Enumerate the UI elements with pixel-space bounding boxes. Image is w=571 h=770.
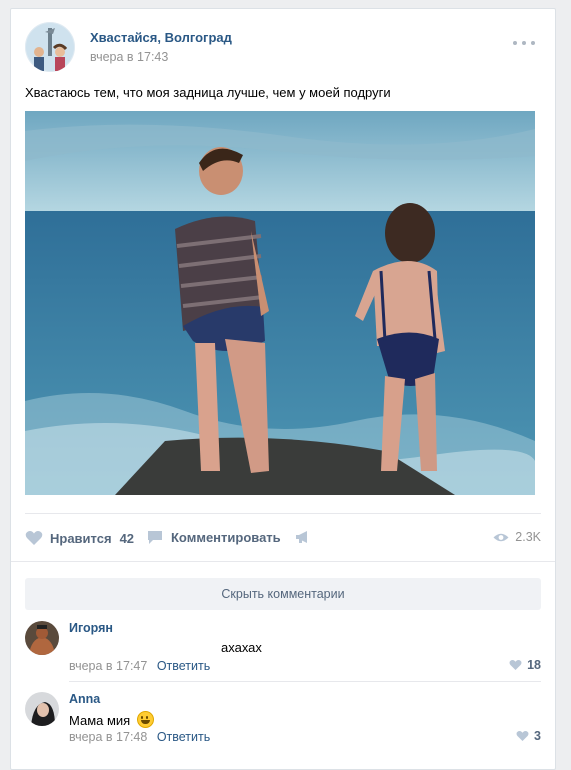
share-megaphone-icon [296, 531, 307, 543]
post-header: Хвастайся, Волгоград вчера в 17:43 [25, 22, 541, 72]
heart-icon [509, 659, 522, 671]
comments-divider [11, 561, 555, 562]
comment-like-button[interactable]: 18 [509, 658, 541, 672]
post-photo[interactable] [25, 111, 535, 495]
comment-meta: вчера в 17:47 Ответить [69, 659, 210, 673]
dot [531, 41, 535, 45]
comment-time[interactable]: вчера в 17:48 [69, 730, 147, 744]
comment-avatar-image [25, 621, 59, 655]
comment-like-count: 3 [534, 729, 541, 743]
reply-link[interactable]: Ответить [157, 730, 210, 744]
comment-author[interactable]: Anna [69, 692, 100, 706]
comment-meta: вчера в 17:48 Ответить [69, 730, 210, 744]
comment-avatar-image [25, 692, 59, 726]
comment-like-button[interactable]: 3 [516, 729, 541, 743]
hide-comments-button[interactable]: Скрыть комментарии [25, 578, 541, 610]
comment-time[interactable]: вчера в 17:47 [69, 659, 147, 673]
more-dots-icon[interactable] [513, 38, 535, 48]
heart-icon [516, 730, 529, 742]
like-count: 42 [119, 530, 135, 546]
comment-text: Мама мия [69, 711, 154, 728]
comment-text: ахахах [221, 640, 262, 655]
comment-item: Anna Мама мия вчера в 17:48 Ответить 3 [25, 692, 541, 748]
post-card: Хвастайся, Волгоград вчера в 17:43 Хваст… [10, 8, 556, 770]
dot [522, 41, 526, 45]
beach-photo [25, 111, 535, 495]
like-button[interactable]: Нравится 42 [25, 530, 134, 546]
community-avatar-image [25, 22, 75, 72]
comment-text-content: Мама мия [69, 713, 131, 728]
post-author[interactable]: Хвастайся, Волгоград [90, 30, 232, 45]
share-button[interactable] [295, 530, 311, 544]
reply-link[interactable]: Ответить [157, 659, 210, 673]
comment-author[interactable]: Игорян [69, 621, 113, 635]
dot [513, 41, 517, 45]
comment-icon [148, 531, 162, 544]
community-avatar[interactable] [25, 22, 75, 72]
views-count: 2.3K [515, 530, 541, 544]
comment-label: Комментировать [171, 530, 281, 545]
heart-icon [25, 531, 43, 545]
comment-button[interactable]: Комментировать [147, 530, 281, 545]
views-counter: 2.3K [493, 530, 541, 544]
post-actions: Нравится 42 Комментировать 2.3K [25, 513, 541, 562]
comment-like-count: 18 [527, 658, 541, 672]
grinning-emoji-icon [136, 711, 154, 728]
comment-separator [69, 681, 541, 682]
eye-icon [493, 533, 509, 541]
post-text: Хвастаюсь тем, что моя задница лучше, че… [25, 85, 391, 100]
comment-avatar[interactable] [25, 692, 59, 726]
comment-avatar[interactable] [25, 621, 59, 655]
like-label: Нравится [50, 530, 112, 546]
comment-item: Игорян ахахах вчера в 17:47 Ответить 18 [25, 621, 541, 677]
post-time[interactable]: вчера в 17:43 [90, 50, 168, 64]
